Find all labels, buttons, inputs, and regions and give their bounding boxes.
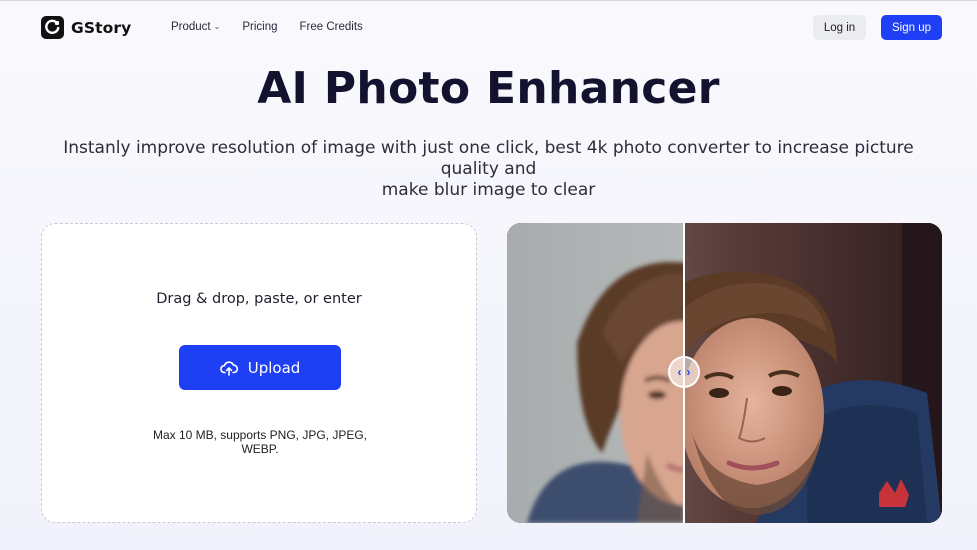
upload-note-line-2: WEBP. bbox=[241, 442, 279, 456]
nav-pricing[interactable]: Pricing bbox=[242, 21, 277, 33]
brand-logo[interactable]: GStory bbox=[41, 16, 131, 39]
nav-product[interactable]: Product ⌄ bbox=[171, 21, 220, 33]
brand-name: GStory bbox=[71, 18, 132, 37]
page-title: AI Photo Enhancer bbox=[257, 63, 720, 114]
nav-free-credits-label: Free Credits bbox=[299, 21, 363, 33]
chevron-down-icon: ⌄ bbox=[213, 21, 221, 31]
main-menu: Product ⌄ Pricing Free Credits bbox=[171, 21, 363, 33]
chevron-right-icon: › bbox=[686, 365, 691, 379]
compare-slider-handle[interactable]: ‹ › bbox=[668, 356, 700, 388]
login-button[interactable]: Log in bbox=[813, 15, 866, 40]
signup-button[interactable]: Sign up bbox=[881, 15, 942, 40]
upload-dropzone[interactable]: Drag & drop, paste, or enter Upload Max … bbox=[41, 223, 477, 523]
before-after-comparison[interactable]: ‹ › bbox=[507, 223, 942, 523]
nav-product-label: Product bbox=[171, 21, 211, 33]
chevron-left-icon: ‹ bbox=[677, 365, 682, 379]
subtitle-line-2: make blur image to clear bbox=[381, 180, 596, 200]
nav-pricing-label: Pricing bbox=[242, 21, 278, 33]
portrait-image bbox=[507, 223, 942, 523]
upload-constraints: Max 10 MB, supports PNG, JPG, JPEG, WEBP… bbox=[142, 428, 378, 456]
logo-icon bbox=[41, 16, 64, 39]
page-subtitle: Instanly improve resolution of image wit… bbox=[40, 138, 937, 201]
upload-button-label: Upload bbox=[247, 358, 301, 377]
top-navbar: GStory Product ⌄ Pricing Free Credits Lo… bbox=[0, 0, 977, 56]
cloud-upload-icon bbox=[219, 360, 238, 376]
dropzone-prompt: Drag & drop, paste, or enter bbox=[156, 291, 362, 307]
nav-free-credits[interactable]: Free Credits bbox=[300, 21, 363, 33]
upload-note-line-1: Max 10 MB, supports PNG, JPG, JPEG, bbox=[152, 428, 368, 442]
upload-button[interactable]: Upload bbox=[179, 345, 341, 390]
subtitle-line-1: Instanly improve resolution of image wit… bbox=[63, 138, 914, 179]
